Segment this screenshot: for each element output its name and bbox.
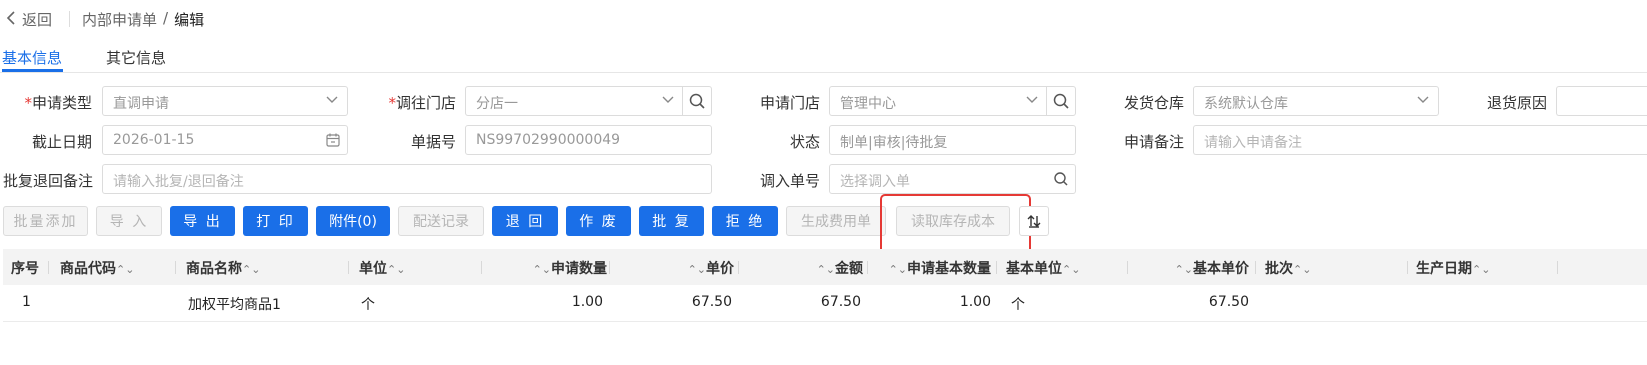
calendar-icon[interactable] xyxy=(325,132,340,147)
apply-remark-input[interactable]: 请输入申请备注 xyxy=(1193,125,1647,155)
col-qty[interactable]: ⌃⌄申请数量 xyxy=(533,258,607,278)
sort-icon: ⌃⌄ xyxy=(816,263,835,276)
sort-icon: ⌃⌄ xyxy=(687,263,706,276)
delivery-record-button[interactable]: 配送记录 xyxy=(398,206,484,236)
cell-name: 加权平均商品1 xyxy=(188,297,281,313)
return-button[interactable]: 退 回 xyxy=(492,206,558,236)
sort-icon: ⌃⌄ xyxy=(242,263,261,276)
tab-other-info[interactable]: 其它信息 xyxy=(106,47,166,68)
cell-base-price: 67.50 xyxy=(1208,294,1249,310)
batch-add-button[interactable]: 批量添加 xyxy=(3,206,88,236)
table-row[interactable]: 1 加权平均商品1 个 1.00 67.50 67.50 1.00 个 67.5… xyxy=(3,285,1647,322)
table-header: 序号 商品代码⌃⌄ 商品名称⌃⌄ 单位⌃⌄ ⌃⌄申请数量 ⌃⌄单价 ⌃⌄金额 ⌃… xyxy=(3,249,1647,285)
ship-warehouse-select[interactable]: 系统默认仓库 xyxy=(1193,86,1439,116)
void-button[interactable]: 作 废 xyxy=(566,206,631,236)
search-icon[interactable] xyxy=(1053,171,1068,186)
apply-store-select[interactable]: 管理中心 xyxy=(829,86,1076,116)
approve-remark-input[interactable]: 请输入批复/退回备注 xyxy=(102,164,712,194)
doc-no-field: NS99702990000049 xyxy=(465,125,712,155)
transfer-store-label: *调往门店 xyxy=(388,94,456,112)
apply-store-label: 申请门店 xyxy=(759,94,820,112)
generate-expense-button[interactable]: 生成费用单 xyxy=(786,206,886,236)
active-tab-indicator xyxy=(2,69,63,72)
deadline-date-picker[interactable]: 2026-01-15 xyxy=(102,125,348,155)
apply-remark-placeholder: 请输入申请备注 xyxy=(1204,135,1302,151)
col-batch[interactable]: 批次⌃⌄ xyxy=(1265,258,1311,278)
approve-button[interactable]: 批 复 xyxy=(639,206,704,236)
cell-qty: 1.00 xyxy=(571,294,603,310)
cell-amount: 67.50 xyxy=(820,294,861,310)
breadcrumb-parent[interactable]: 内部申请单 xyxy=(82,9,157,30)
column-settings-icon[interactable] xyxy=(1019,206,1049,236)
sort-icon: ⌃⌄ xyxy=(387,263,406,276)
apply-type-label: *申请类型 xyxy=(24,94,92,112)
breadcrumb: 内部申请单 / 编辑 xyxy=(82,9,204,30)
col-unit[interactable]: 单位⌃⌄ xyxy=(359,258,405,278)
divider xyxy=(69,11,70,27)
col-base-price[interactable]: ⌃⌄基本单价 xyxy=(1175,258,1249,278)
transfer-store-select[interactable]: 分店一 xyxy=(465,86,712,116)
chevron-left-icon xyxy=(6,10,16,29)
chevron-down-icon xyxy=(1416,92,1430,106)
transfer-in-no-placeholder: 选择调入单 xyxy=(840,174,910,190)
col-mfg-date[interactable]: 生产日期⌃⌄ xyxy=(1416,258,1490,278)
apply-type-select[interactable]: 直调申请 xyxy=(102,86,348,116)
return-reason-select[interactable] xyxy=(1556,86,1647,116)
cell-unit: 个 xyxy=(361,297,375,313)
sort-icon: ⌃⌄ xyxy=(1472,263,1491,276)
chevron-down-icon xyxy=(325,92,339,106)
status-value: 制单|审核|待批复 xyxy=(840,135,948,151)
cell-base-unit: 个 xyxy=(1011,297,1025,313)
doc-no-label: 单据号 xyxy=(410,133,456,151)
col-name[interactable]: 商品名称⌃⌄ xyxy=(186,258,260,278)
approve-remark-label: 批复退回备注 xyxy=(3,172,94,190)
tab-bar: 基本信息 其它信息 xyxy=(0,36,1647,73)
breadcrumb-current: 编辑 xyxy=(174,11,205,29)
tab-basic-info[interactable]: 基本信息 xyxy=(2,47,62,68)
sort-icon: ⌃⌄ xyxy=(1174,263,1193,276)
status-field: 制单|审核|待批复 xyxy=(829,125,1076,155)
attachment-button[interactable]: 附件(0) xyxy=(316,206,390,236)
search-icon[interactable] xyxy=(1046,87,1075,115)
sort-icon: ⌃⌄ xyxy=(532,263,551,276)
top-bar: 返回 内部申请单 / 编辑 xyxy=(0,0,1647,36)
col-code[interactable]: 商品代码⌃⌄ xyxy=(60,258,134,278)
col-amount[interactable]: ⌃⌄金额 xyxy=(817,258,863,278)
sort-icon: ⌃⌄ xyxy=(116,263,135,276)
back-button[interactable]: 返回 xyxy=(6,9,52,30)
apply-store-value: 管理中心 xyxy=(840,96,896,112)
chevron-down-icon xyxy=(1025,92,1039,106)
search-icon[interactable] xyxy=(682,87,711,115)
sort-icon: ⌃⌄ xyxy=(888,263,907,276)
return-reason-label: 退货原因 xyxy=(1487,94,1548,112)
apply-type-value: 直调申请 xyxy=(113,96,169,112)
ship-warehouse-value: 系统默认仓库 xyxy=(1204,96,1288,112)
approve-remark-placeholder: 请输入批复/退回备注 xyxy=(113,174,244,190)
status-label: 状态 xyxy=(789,133,820,151)
col-base-qty[interactable]: ⌃⌄申请基本数量 xyxy=(889,258,991,278)
cell-no: 1 xyxy=(22,294,31,310)
import-button[interactable]: 导 入 xyxy=(96,206,162,236)
apply-remark-label: 申请备注 xyxy=(1123,133,1184,151)
transfer-in-no-label: 调入单号 xyxy=(759,172,820,190)
deadline-label: 截止日期 xyxy=(31,133,92,151)
reject-button[interactable]: 拒 绝 xyxy=(712,206,778,236)
sort-icon: ⌃⌄ xyxy=(1293,263,1312,276)
cell-base-qty: 1.00 xyxy=(959,294,991,310)
col-no: 序号 xyxy=(11,261,39,277)
transfer-store-value: 分店一 xyxy=(476,96,518,112)
deadline-value: 2026-01-15 xyxy=(113,132,195,148)
col-price[interactable]: ⌃⌄单价 xyxy=(688,258,734,278)
print-button[interactable]: 打 印 xyxy=(243,206,308,236)
cell-price: 67.50 xyxy=(691,294,732,310)
chevron-down-icon xyxy=(661,92,675,106)
col-base-unit[interactable]: 基本单位⌃⌄ xyxy=(1006,258,1080,278)
back-label: 返回 xyxy=(22,11,53,29)
export-button[interactable]: 导 出 xyxy=(170,206,235,236)
ship-warehouse-label: 发货仓库 xyxy=(1123,94,1184,112)
doc-no-value: NS99702990000049 xyxy=(476,132,621,148)
sort-icon: ⌃⌄ xyxy=(1062,263,1081,276)
breadcrumb-separator: / xyxy=(163,9,169,27)
transfer-in-no-input[interactable]: 选择调入单 xyxy=(829,164,1076,194)
